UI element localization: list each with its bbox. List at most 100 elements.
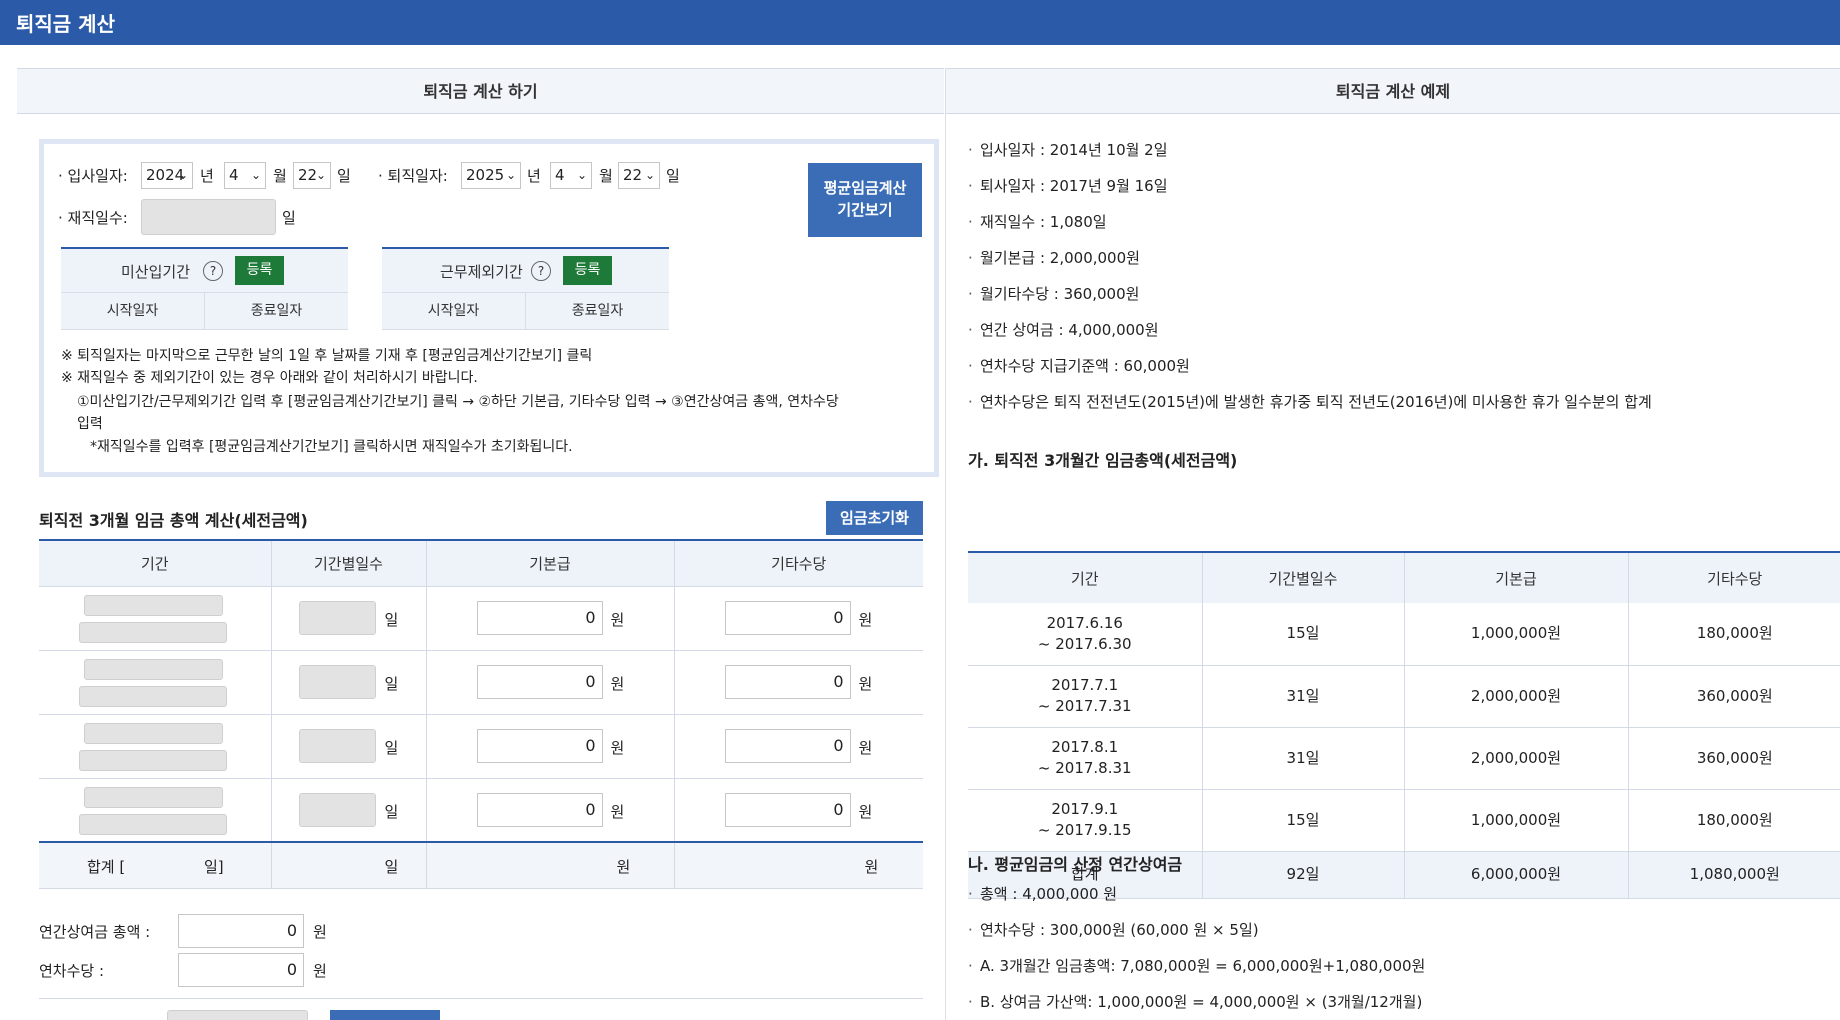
work-days-input[interactable] [141,199,276,235]
hire-day-unit: 일 [337,167,351,185]
base-unit: 원 [610,738,625,757]
retire-day-unit: 일 [666,167,680,185]
retire-month-select[interactable]: 4 ⌄ [550,162,592,189]
other-unit: 원 [858,802,873,821]
note-line: ①미산입기간/근무제외기간 입력 후 [평균임금계산기간보기] 클릭 → ②하단… [77,394,839,410]
days-field[interactable] [298,600,376,635]
excluded-register-button[interactable]: 등록 [563,256,612,285]
base-pay-input[interactable]: 0 [476,792,603,827]
cell-base: 1,000,000원 [1403,789,1628,852]
hire-year-select[interactable]: 2024 ⌄ [141,162,193,189]
retire-year-select[interactable]: 2025 ⌄ [461,162,521,189]
divider [39,998,923,999]
example-item: · 총액 : 4,000,000 원 [968,885,1118,903]
bonus-unit: 원 [313,923,327,941]
base-pay-input[interactable]: 0 [476,664,603,699]
period-to: ~ 2017.9.15 [1037,821,1132,839]
sum-base: 6,000,000원 [1403,851,1628,899]
work-days-label: · 재직일수: [58,209,128,227]
period-start-field[interactable] [84,658,223,680]
base-unit: 원 [610,674,625,693]
col-base: 기본급 [425,540,674,587]
annual-leave-label: 연차수당 : [39,962,105,980]
unpaid-register-button[interactable]: 등록 [235,256,284,285]
period-to: ~ 2017.7.31 [1037,697,1132,715]
other-unit: 원 [858,674,873,693]
retire-date-label: · 퇴직일자: [378,167,448,185]
hire-day-select[interactable]: 22 ⌄ [293,162,331,189]
sum-other-unit: 원 [864,858,879,876]
note-line: ※ 재직일수 중 제외기간이 있는 경우 아래와 같이 처리하시기 바랍니다. [61,370,478,386]
example-panel: 퇴직금 계산 예제 · 입사일자 : 2014년 10월 2일 · 퇴사일자 : 2… [945,68,1840,1020]
base-pay-input[interactable]: 0 [476,728,603,763]
table-row: 일 0원 0원 [39,714,923,779]
col-base: 기본급 [1403,552,1628,603]
cell-days: 31일 [1201,727,1404,790]
hire-date-label: · 입사일자: [58,167,128,185]
table-row: 일 0원 0원 [39,586,923,651]
other-pay-input[interactable]: 0 [724,728,851,763]
table-row: 2017.7.1 ~ 2017.7.31 31일 2,000,000원 360,0… [968,665,1840,728]
period-end-field[interactable] [79,749,227,771]
other-pay-input[interactable]: 0 [724,664,851,699]
retire-day-select[interactable]: 22 ⌄ [618,162,660,189]
period-start-field[interactable] [84,722,223,744]
other-pay-input[interactable]: 0 [724,600,851,635]
other-unit: 원 [858,610,873,629]
avg-button-line1: 평균임금계산 [823,179,907,197]
period-end-field[interactable] [79,685,227,707]
period-to: ~ 2017.8.31 [1037,759,1132,777]
partial-field[interactable] [167,1010,308,1020]
base-unit: 원 [610,802,625,821]
section-a-title: 가. 퇴직전 3개월간 임금총액(세전금액) [968,451,1238,470]
sum-other: 1,080,000원 [1627,851,1840,899]
cell-base: 2,000,000원 [1403,727,1628,790]
period-end-field[interactable] [79,813,227,835]
days-field[interactable] [298,728,376,763]
date-input-box: · 입사일자: 2024 ⌄ 년 4 ⌄ 월 22 ⌄ 일 · 퇴직일자: 2025 ⌄… [39,139,939,477]
annual-leave-input[interactable]: 0 [178,953,304,987]
sum-label-close: 일] [204,858,224,876]
period-start-field[interactable] [84,786,223,808]
cell-other: 180,000원 [1627,603,1840,666]
example-item: · 월기타수당 : 360,000원 [968,285,1140,303]
calculator-panel: 퇴직금 계산 하기 · 입사일자: 2024 ⌄ 년 4 ⌄ 월 22 ⌄ 일 · 퇴… [17,68,944,1020]
days-field[interactable] [298,664,376,699]
excluded-end-header: 종료일자 [525,293,669,329]
other-unit: 원 [858,738,873,757]
cell-other: 180,000원 [1627,789,1840,852]
example-header: 퇴직금 계산 예제 [946,68,1840,114]
col-other: 기타수당 [1627,552,1840,603]
example-item: · B. 상여금 가산액: 1,000,000원 = 4,000,000원 × (… [968,993,1423,1011]
help-icon[interactable]: ? [531,261,551,281]
period-end-field[interactable] [79,621,227,643]
note-line: 입력 [77,416,103,432]
example-item: · 연차수당은 퇴직 전전년도(2015년)에 발생한 휴가중 퇴직 전년도(20… [968,393,1652,411]
cell-base: 2,000,000원 [1403,665,1628,728]
unpaid-end-header: 종료일자 [204,293,348,329]
col-period: 기간 [968,552,1202,603]
cell-other: 360,000원 [1627,665,1840,728]
partial-button[interactable] [330,1010,440,1020]
example-item: · A. 3개월간 임금총액: 7,080,000원 = 6,000,000원+1… [968,957,1426,975]
period-start-field[interactable] [84,594,223,616]
calculator-header: 퇴직금 계산 하기 [17,68,944,114]
note-line: *재직일수를 입력후 [평균임금계산기간보기] 클릭하시면 재직일수가 초기화됩… [90,439,573,455]
unpaid-start-header: 시작일자 [106,303,159,319]
wage-section-title: 퇴직전 3개월 임금 총액 계산(세전금액) [39,511,308,530]
hire-month-select[interactable]: 4 ⌄ [224,162,266,189]
sum-row: 합계 [일] 일 원 원 [39,841,923,889]
avg-wage-period-button[interactable]: 평균임금계산 기간보기 [808,163,922,237]
unpaid-period-label: 미산입기간 [121,263,191,281]
days-unit: 일 [384,674,399,693]
retire-year-unit: 년 [527,167,541,185]
bonus-input[interactable]: 0 [178,914,304,948]
base-pay-input[interactable]: 0 [476,600,603,635]
excluded-period-label: 근무제외기간 [440,263,523,281]
wage-reset-button[interactable]: 임금초기화 [826,501,923,535]
help-icon[interactable]: ? [203,261,223,281]
example-item: · 퇴사일자 : 2017년 9월 16일 [968,177,1168,195]
other-pay-input[interactable]: 0 [724,792,851,827]
days-field[interactable] [298,792,376,827]
base-unit: 원 [610,610,625,629]
